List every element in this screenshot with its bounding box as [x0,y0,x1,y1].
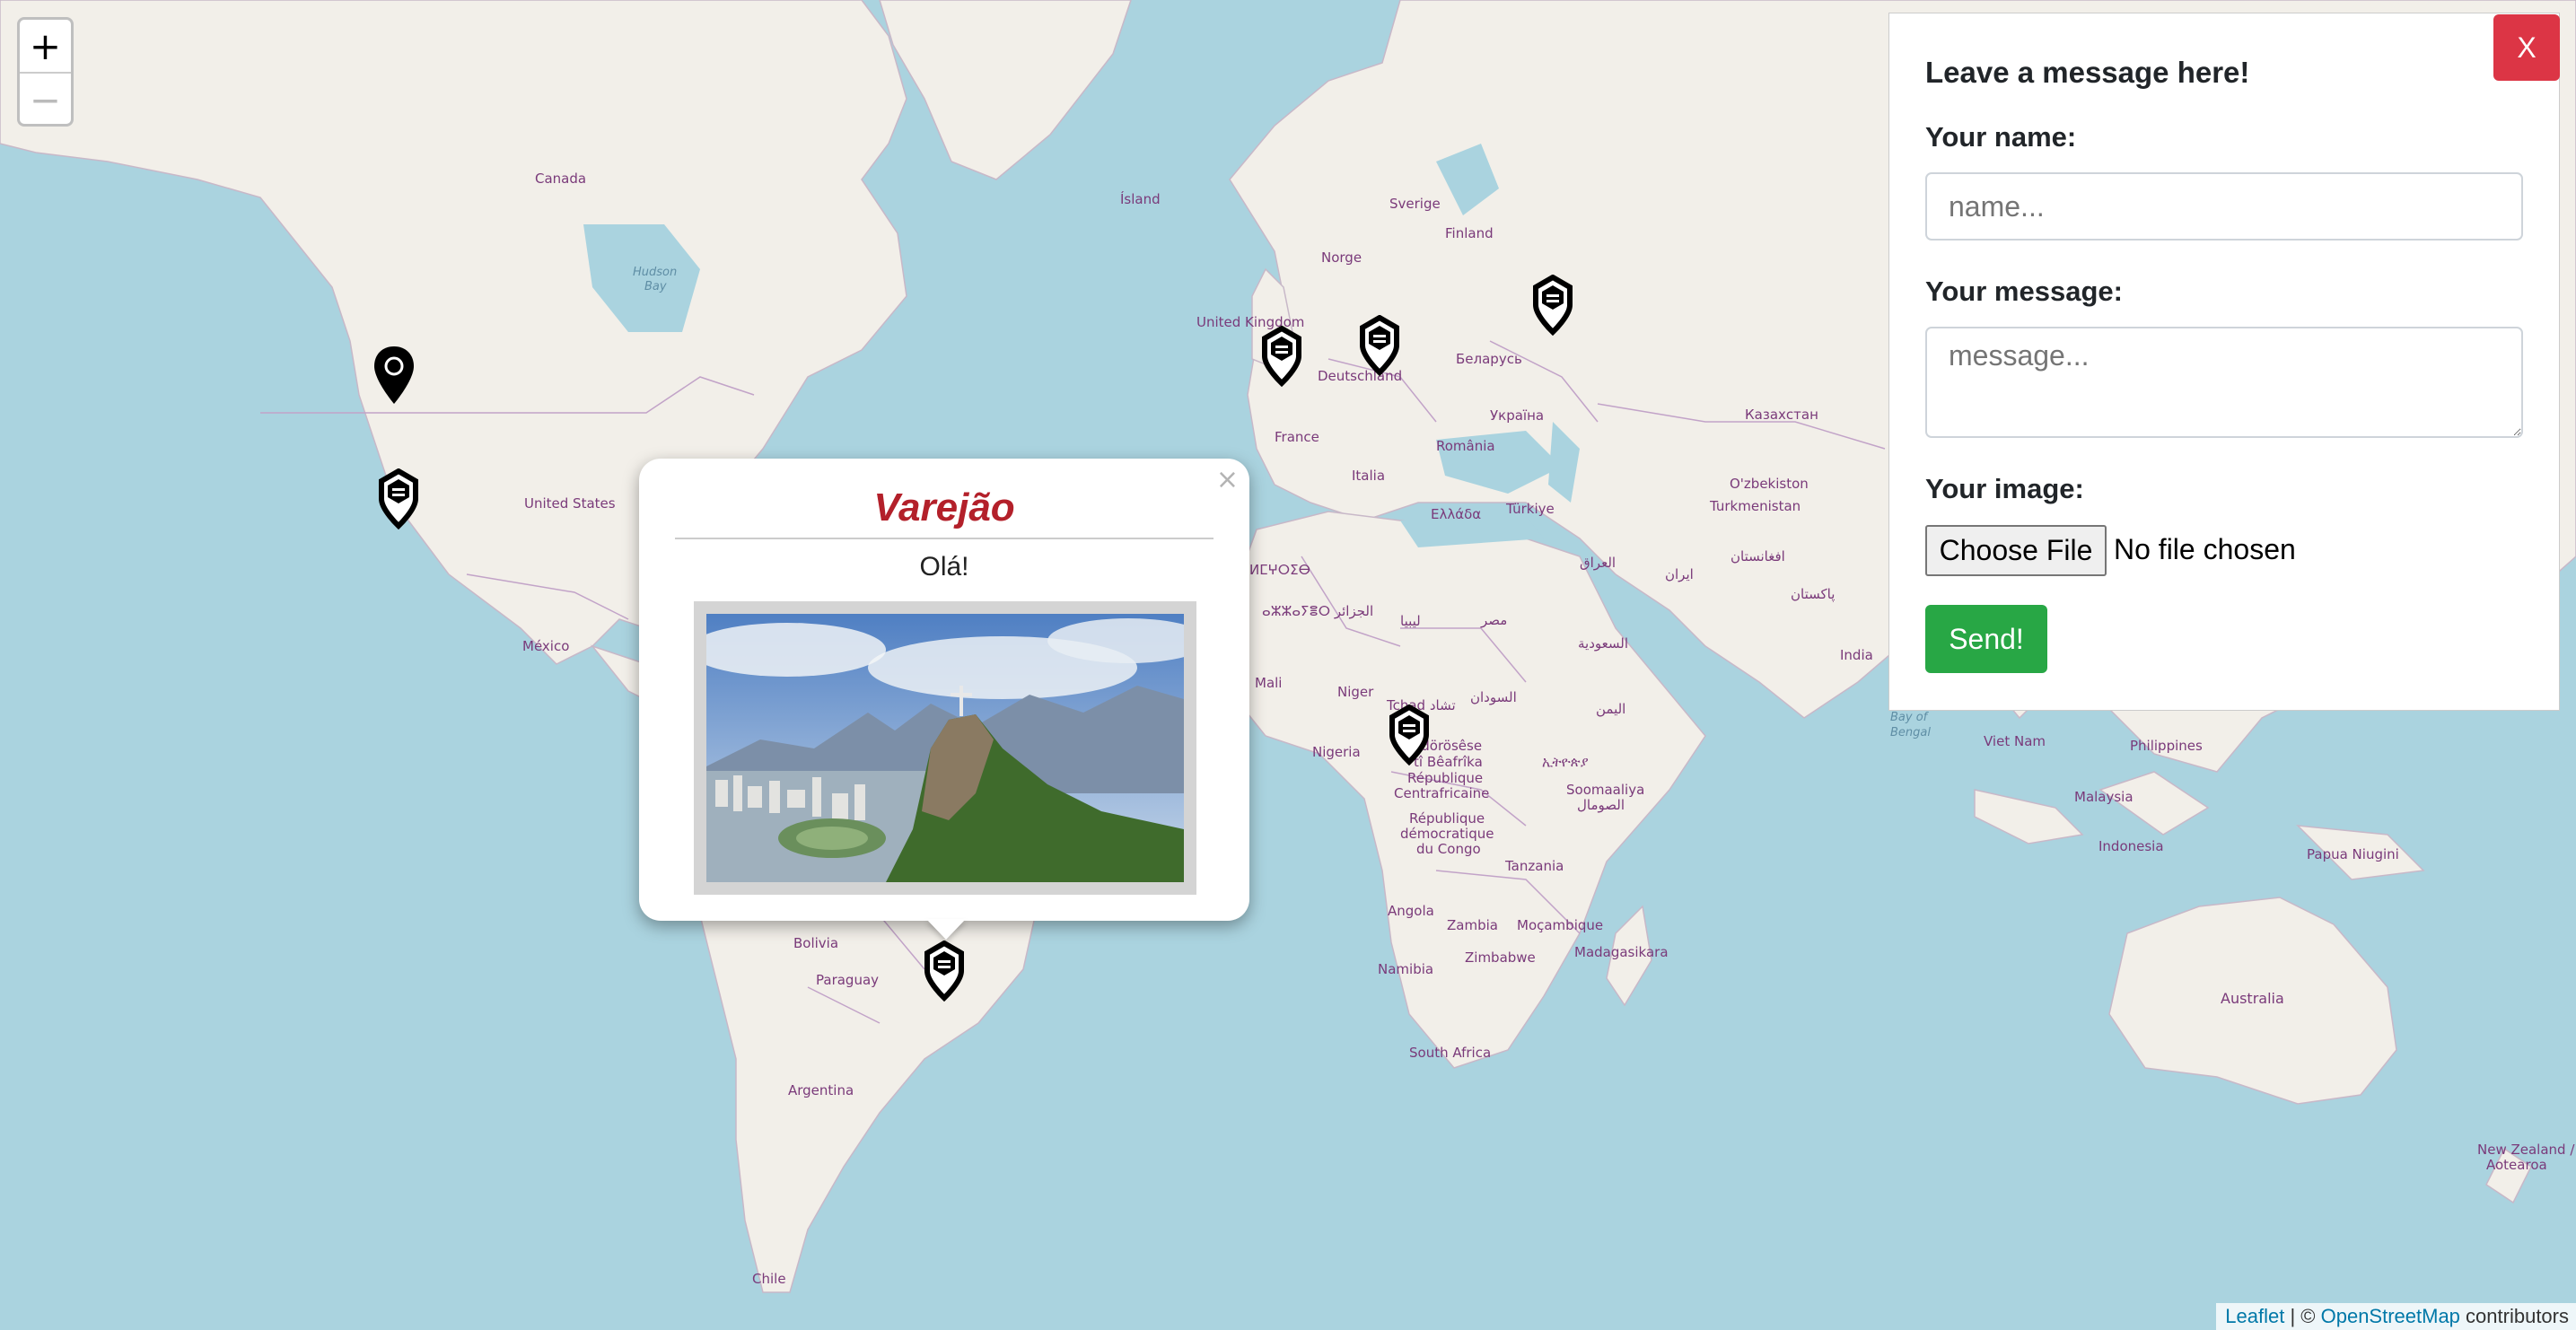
map-place-label: مصر [1480,612,1507,628]
map-place-label: Namibia [1378,961,1433,977]
marker-popup: × Varejão Olá! [639,459,1249,921]
zoom-out-button[interactable]: − [20,72,71,124]
map-attribution: Leaflet | © OpenStreetMap contributors [2216,1303,2576,1330]
map-place-label: اليمن [1596,701,1625,717]
map-place-label: Centrafricaine [1394,785,1489,801]
map-place-label: Ελλάδα [1431,506,1481,522]
map-place-label: Bolivia [793,935,838,951]
map-place-label: Bay [644,280,667,293]
map-place-label: Niger [1337,684,1374,700]
map-marker-icon[interactable] [1259,326,1304,389]
map-place-label: Angola [1388,903,1434,919]
map-place-label: Moçambique [1517,917,1603,933]
map-place-label: România [1436,438,1495,454]
map-place-label: Argentina [788,1082,854,1098]
map-place-label: démocratique [1400,826,1494,842]
map-place-label: Bay of [1890,711,1930,724]
map-place-label: United States [524,495,616,512]
message-textarea[interactable] [1925,327,2523,438]
choose-file-button[interactable]: Choose File [1925,525,2107,576]
map-place-label: Türkiye [1505,501,1555,517]
map-place-label: République [1409,810,1485,827]
popup-tip [926,919,966,940]
zoom-in-button[interactable]: + [20,20,71,72]
map-place-label: الصومال [1577,797,1625,813]
map-place-label: Sverige [1389,196,1441,212]
map-place-label: ⴰⵣⵣⴰⵢⴻⵔ الجزائر [1262,603,1373,619]
map-place-label: Soomaaliya [1566,782,1644,798]
popup-image-frame [694,601,1196,895]
send-button[interactable]: Send! [1925,605,2047,673]
map-place-label: Finland [1445,225,1494,241]
close-form-button[interactable]: X [2493,14,2560,81]
image-label: Your image: [1925,473,2084,504]
map-marker-icon[interactable] [372,345,416,407]
map-place-label: Malaysia [2074,789,2134,805]
map-place-label: México [522,638,569,654]
map-place-label: Italia [1352,468,1385,484]
map-marker-icon[interactable] [1530,275,1575,337]
map-marker-icon[interactable] [376,468,421,531]
map-place-label: Zambia [1447,917,1498,933]
popup-photo [706,614,1184,882]
map-marker-icon[interactable] [1387,704,1432,767]
map-place-label: du Congo [1416,841,1481,857]
map-place-label: O'zbekiston [1730,476,1809,492]
map-place-label: Zimbabwe [1465,949,1536,966]
map-place-label: Papua Niugini [2307,846,2399,862]
map-marker-icon[interactable] [1357,315,1402,378]
map-place-label: افغانستان [1730,548,1785,564]
map-place-label: ኢትዮጵያ [1542,754,1589,770]
map-place-label: Aotearoa [2486,1157,2547,1173]
openstreetmap-link[interactable]: OpenStreetMap [2321,1305,2460,1327]
map-place-label: Mali [1255,675,1282,691]
map-place-label: Tanzania [1504,858,1564,874]
map-place-label: Bengal [1890,726,1931,739]
map-place-label: ليبيا [1400,613,1421,629]
map-place-label: السعودية [1578,635,1628,652]
zoom-control: + − [17,17,74,127]
attribution-separator: | © [2290,1305,2316,1327]
map-place-label: ایران [1665,566,1694,582]
popup-close-button[interactable]: × [1216,464,1239,495]
map-place-label: New Zealand / [2477,1142,2575,1158]
map-place-label: Norge [1321,249,1362,266]
map-place-label: République [1407,770,1483,786]
map-place-label: Ísland [1120,190,1161,207]
attribution-suffix: contributors [2466,1305,2569,1327]
map-place-label: Turkmenistan [1709,498,1801,514]
map-place-label: Indonesia [2098,838,2164,854]
map-place-label: ⵍⵎⵖⵔⵉⴱ [1249,562,1310,578]
popup-message: Olá! [919,552,969,582]
map-place-label: France [1275,429,1319,445]
map-place-label: Казахстан [1745,407,1818,423]
map-place-label: Nigeria [1312,744,1361,760]
message-label: Your message: [1925,276,2123,307]
map-place-label: South Africa [1409,1045,1491,1061]
map-place-label: Hudson [633,266,677,279]
map-place-label: Беларусь [1456,351,1522,367]
map-place-label: Viet Nam [1984,733,2046,749]
leaflet-link[interactable]: Leaflet [2225,1305,2284,1327]
popup-title: Varejão [675,486,1214,539]
map-marker-icon[interactable] [922,941,967,1003]
file-status: No file chosen [2114,533,2296,565]
map-place-label: India [1840,647,1873,663]
map-place-label: Україна [1490,407,1544,424]
map-place-label: Chile [752,1271,786,1287]
name-label: Your name: [1925,121,2077,153]
map-place-label: Madagasikara [1574,944,1669,960]
map-place-label: العراق [1580,555,1616,571]
map-place-label: Philippines [2130,738,2203,754]
map-place-label: Australia [2221,990,2284,1007]
form-heading: Leave a message here! [1925,56,2250,89]
map-place-label: السودان [1470,689,1517,705]
map-place-label: پاکستان [1791,586,1835,603]
map-place-label: Canada [535,171,586,187]
map-place-label: Paraguay [816,972,879,988]
name-input[interactable] [1925,172,2523,241]
